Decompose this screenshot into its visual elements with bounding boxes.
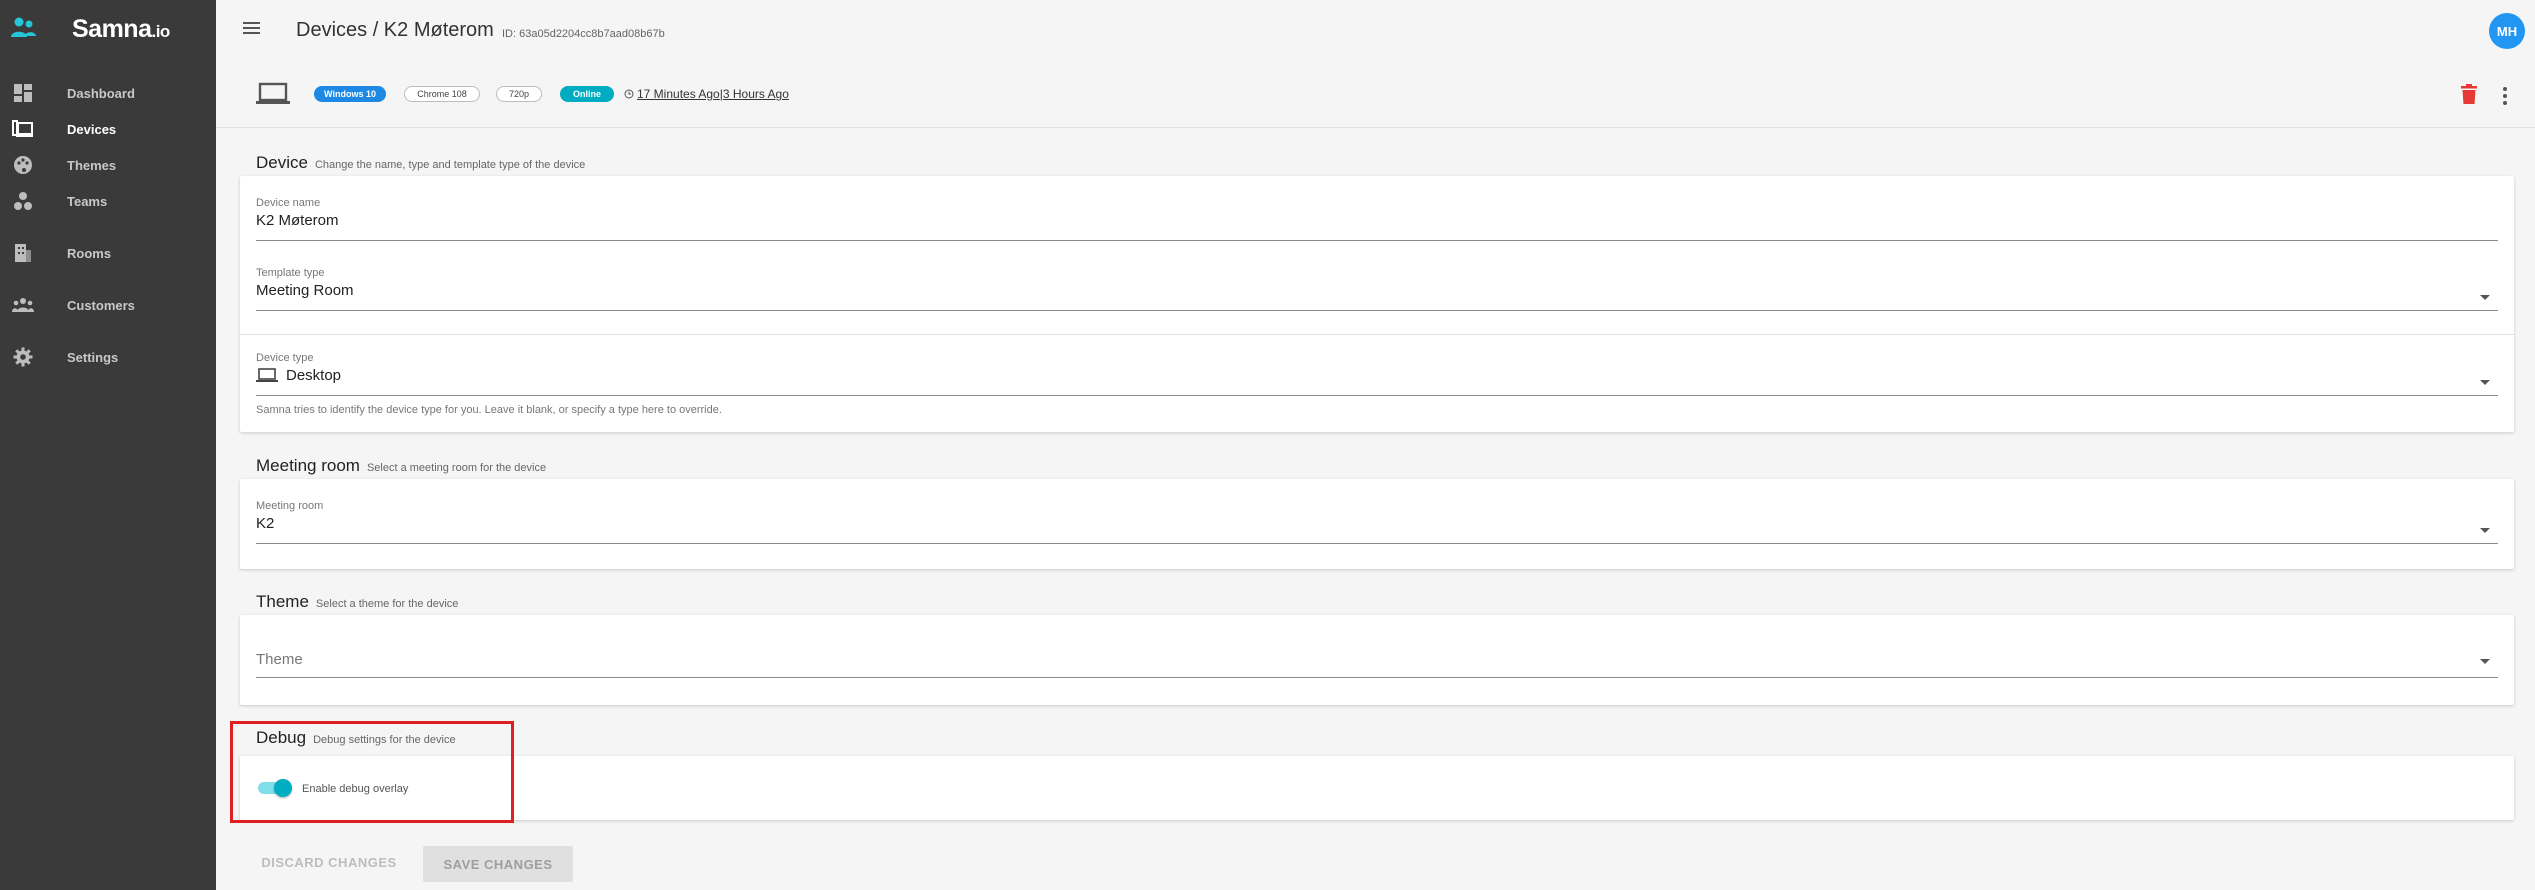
samna-logo-icon [10, 15, 38, 43]
section-subtitle: Debug settings for the device [313, 734, 456, 746]
section-title: Theme [256, 592, 309, 611]
device-name-input[interactable]: K2 Møterom [256, 212, 2498, 229]
os-chip: Windows 10 [314, 86, 386, 102]
save-changes-button[interactable]: SAVE CHANGES [423, 846, 573, 882]
sidebar-item-dashboard[interactable]: Dashboard [0, 78, 216, 108]
resolution-chip: 720p [496, 86, 542, 102]
people-icon [12, 294, 34, 316]
chevron-down-icon [2480, 528, 2490, 533]
top-header: Devices / K2 Møterom ID: 63a05d2204cc8b7… [216, 0, 2535, 64]
avatar[interactable]: MH [2489, 13, 2525, 49]
meeting-room-value: K2 [256, 515, 275, 532]
laptop-icon [256, 82, 290, 111]
section-title: Debug [256, 728, 307, 747]
chevron-down-icon [2480, 380, 2490, 385]
section-subtitle: Change the name, type and template type … [314, 159, 586, 171]
field-label: Device type [256, 352, 314, 364]
meeting-room-card: Meeting room K2 [240, 479, 2514, 569]
toggle-label: Enable debug overlay [302, 783, 409, 795]
brand-logo[interactable]: Samna.io [10, 14, 170, 44]
device-card: Device name K2 Møterom Template type Mee… [240, 176, 2514, 432]
chevron-down-icon [2480, 295, 2490, 300]
sidebar-item-label: Teams [67, 193, 108, 209]
field-label: Device name [256, 197, 321, 209]
last-seen-text[interactable]: 17 Minutes Ago [637, 87, 720, 101]
gear-icon [12, 346, 34, 368]
hamburger-menu-icon[interactable] [242, 20, 264, 42]
dashboard-icon [12, 82, 34, 104]
section-title: Meeting room [256, 456, 360, 475]
device-type-select[interactable]: Device type Desktop [256, 352, 2498, 396]
teams-icon [12, 190, 34, 212]
status-badge: Online [560, 86, 614, 102]
devices-icon [12, 118, 34, 140]
sidebar-item-rooms[interactable]: Rooms [0, 238, 216, 268]
discard-changes-button[interactable]: DISCARD CHANGES [246, 846, 412, 878]
debug-card: Enable debug overlay [240, 756, 2514, 820]
debug-overlay-toggle[interactable] [256, 778, 292, 798]
device-type-row: Desktop [256, 367, 2498, 384]
brand-name: Samna.io [72, 14, 170, 43]
sidebar-item-label: Dashboard [67, 85, 135, 101]
chevron-down-icon [2480, 659, 2490, 664]
theme-select[interactable]: Theme [256, 651, 2498, 681]
template-type-select[interactable]: Template type Meeting Room [256, 267, 2498, 311]
sidebar-item-label: Devices [67, 121, 117, 137]
meeting-room-section-heading: Meeting room Select a meeting room for t… [256, 456, 546, 476]
device-name-field[interactable]: Device name K2 Møterom [256, 197, 2498, 241]
field-label: Meeting room [256, 500, 324, 512]
sidebar-item-devices[interactable]: Devices [0, 114, 216, 144]
template-type-value: Meeting Room [256, 282, 354, 299]
meeting-room-select[interactable]: Meeting room K2 [256, 500, 2498, 544]
section-subtitle: Select a meeting room for the device [366, 462, 547, 474]
sidebar-item-label: Themes [67, 157, 117, 173]
sidebar-item-label: Customers [67, 297, 135, 313]
sidebar-item-settings[interactable]: Settings [0, 342, 216, 372]
sidebar-item-label: Settings [67, 349, 119, 365]
field-label: Template type [256, 267, 325, 279]
section-title: Device [256, 153, 308, 172]
sidebar: Samna.io Dashboard Devices Themes Teams … [0, 0, 216, 890]
palette-icon [12, 154, 34, 176]
theme-section-heading: Theme Select a theme for the device [256, 592, 458, 612]
browser-chip: Chrome 108 [404, 86, 480, 102]
sidebar-item-teams[interactable]: Teams [0, 186, 216, 216]
device-section-heading: Device Change the name, type and templat… [256, 153, 585, 173]
device-type-value: Desktop [286, 367, 342, 384]
delete-device-trash-icon[interactable] [2461, 84, 2483, 108]
device-info-bar: Windows 10 Chrome 108 720p Online 17 Min… [216, 64, 2535, 128]
section-subtitle: Select a theme for the device [315, 598, 459, 610]
sidebar-item-label: Rooms [67, 245, 112, 261]
building-icon [12, 242, 34, 264]
laptop-icon [256, 368, 278, 383]
theme-placeholder: Theme [256, 651, 303, 668]
more-options-icon[interactable] [2501, 84, 2509, 108]
device-type-helper: Samna tries to identify the device type … [256, 404, 722, 416]
debug-section-heading: Debug Debug settings for the device [256, 728, 456, 748]
device-id: ID: 63a05d2204cc8b7aad08b67b [502, 28, 665, 40]
uptime-text[interactable]: 3 Hours Ago [723, 87, 789, 101]
page-title: Devices / K2 Møterom [296, 19, 494, 41]
sidebar-item-themes[interactable]: Themes [0, 150, 216, 180]
sidebar-item-customers[interactable]: Customers [0, 290, 216, 320]
device-time-info: 17 Minutes Ago | 3 Hours Ago [624, 87, 789, 101]
theme-card: Theme [240, 615, 2514, 705]
clock-icon [624, 89, 634, 99]
